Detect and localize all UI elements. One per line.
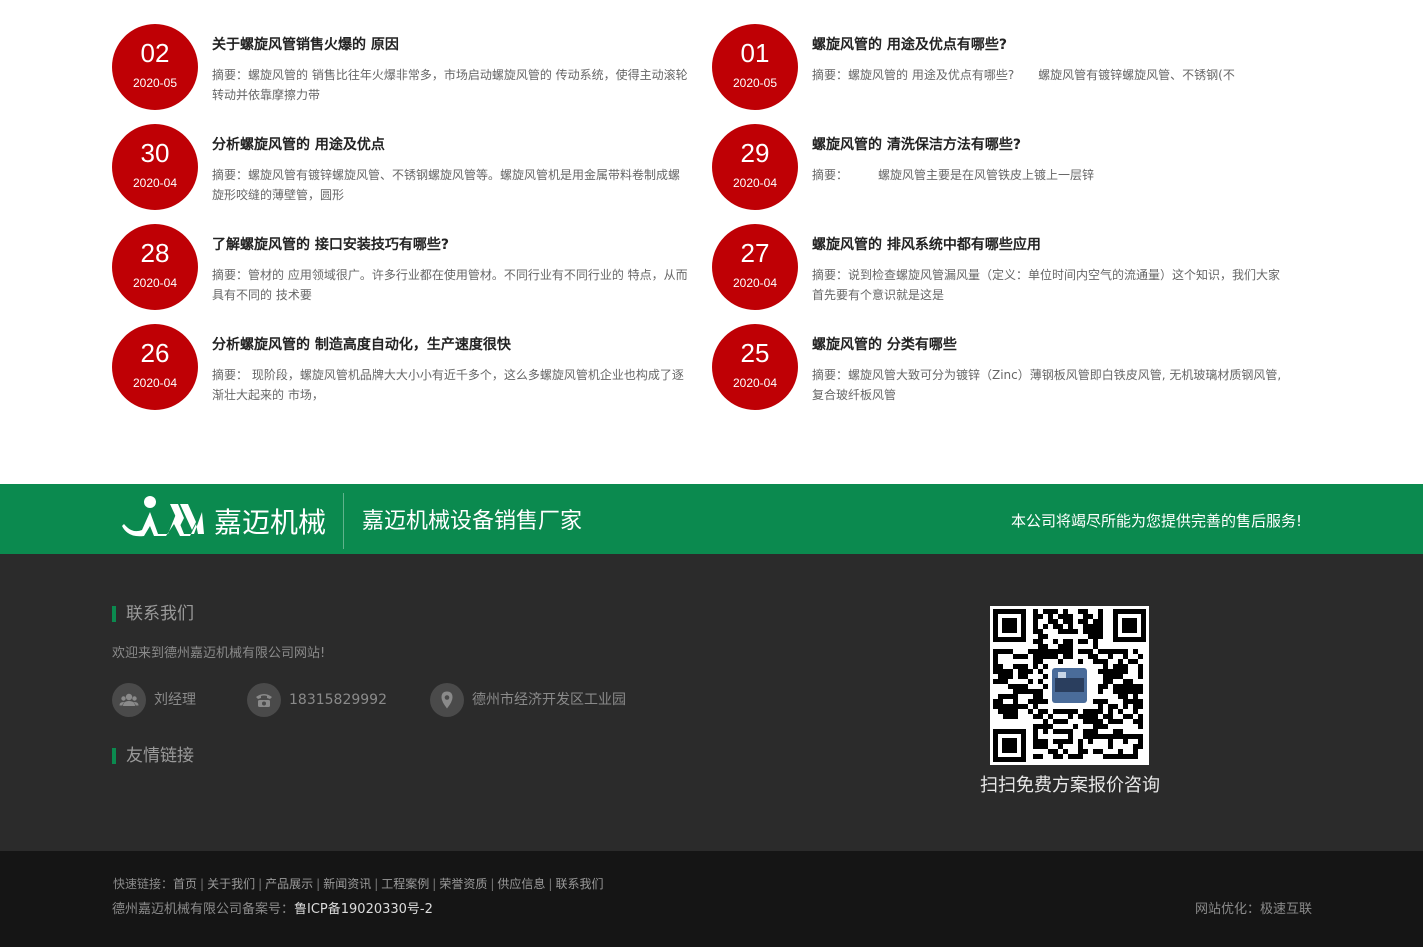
service-statement: 本公司将竭尽所能为您提供完善的售后服务! [1010,512,1302,530]
news-summary: 摘要：螺旋风管的 用途及优点有哪些? 螺旋风管有镀锌螺旋风管、不锈钢(不 [812,68,1235,82]
icp-number-link[interactable]: 鲁ICP备19020330号-2 [294,902,433,917]
phone-icon [247,683,281,717]
logo-text: 嘉迈机械 [214,506,327,539]
link-separator: | [200,877,205,891]
footer-link-products[interactable]: 产品展示 [265,877,313,891]
footer-link-honors[interactable]: 荣誉资质 [439,877,487,891]
news-item[interactable]: 27 2020-04 螺旋风管的 排风系统中都有哪些应用 摘要：说到检查螺旋风管… [712,224,1302,324]
news-item[interactable]: 30 2020-04 分析螺旋风管的 用途及优点 摘要：螺旋风管有镀锌螺旋风管、… [112,124,702,224]
date-month: 2020-04 [732,176,778,190]
date-day: 29 [740,138,770,168]
date-month: 2020-04 [132,376,178,390]
news-title-link[interactable]: 螺旋风管的 清洗保洁方法有哪些? [812,135,1302,155]
link-separator: | [490,877,495,891]
date-day: 27 [740,238,770,268]
news-title-link[interactable]: 分析螺旋风管的 用途及优点 [212,135,702,155]
date-month: 2020-04 [132,276,178,290]
date-day: 26 [140,338,170,368]
date-month: 2020-05 [732,76,778,90]
news-summary: 摘要：螺旋风管的 销售比往年火爆非常多，市场启动螺旋风管的 传动系统，使得主动滚… [212,68,688,102]
link-separator: | [374,877,379,891]
footer-link-news[interactable]: 新闻资讯 [323,877,371,891]
map-pin-icon [430,683,464,717]
footer-bar [0,851,1423,947]
news-item[interactable]: 25 2020-04 螺旋风管的 分类有哪些 摘要：螺旋风管大致可分为镀锌（Zi… [712,324,1302,424]
news-section: 02 2020-05 关于螺旋风管销售火爆的 原因 摘要：螺旋风管的 销售比往年… [0,0,1423,484]
news-summary: 摘要：螺旋风管有镀锌螺旋风管、不锈钢螺旋风管等。螺旋风管机是用金属带料卷制成螺旋… [212,168,681,202]
qr-code-image [990,606,1149,765]
news-summary: 摘要：管材的 应用领域很广。许多行业都在使用管材。不同行业有不同行业的 特点，从… [212,268,688,302]
news-title-link[interactable]: 螺旋风管的 分类有哪些 [812,335,1302,355]
date-day: 28 [140,238,170,268]
quick-links: 快速链接：首页 | 关于我们 | 产品展示 | 新闻资讯 | 工程案例 | 荣誉资质 | 供应信息 | 联系… [113,876,603,893]
date-day: 25 [740,338,770,368]
date-month: 2020-05 [132,76,178,90]
quick-links-label: 快速链接： [113,877,174,891]
welcome-text: 欢迎来到德州嘉迈机械有限公司网站! [112,646,326,661]
news-title-link[interactable]: 分析螺旋风管的 制造高度自动化，生产速度很快 [212,335,702,355]
contact-heading: 联系我们 [112,604,194,624]
news-title-link[interactable]: 了解螺旋风管的 接口安装技巧有哪些? [212,235,702,255]
date-day: 01 [740,38,770,68]
date-day: 02 [140,38,170,68]
icp-record: 德州嘉迈机械有限公司备案号：鲁ICP备19020330号-2 [112,901,433,919]
site-optimization-credit[interactable]: 网站优化：极速互联 [1195,901,1312,919]
date-badge: 27 2020-04 [712,224,798,310]
banner-slogan: 嘉迈机械设备销售厂家 [362,509,583,534]
contact-person-name: 刘经理 [154,692,196,708]
news-summary: 摘要： 现阶段，螺旋风管机品牌大大小小有近千多个，这么多螺旋风管机企业也构成了逐… [212,368,684,402]
footer-link-about[interactable]: 关于我们 [207,877,255,891]
news-item[interactable]: 26 2020-04 分析螺旋风管的 制造高度自动化，生产速度很快 摘要： 现阶… [112,324,702,424]
users-icon [112,683,146,717]
news-summary: 摘要：螺旋风管大致可分为镀锌（Zinc）薄钢板风管即白铁皮风管, 无机玻璃材质钢… [812,368,1282,402]
news-item[interactable]: 28 2020-04 了解螺旋风管的 接口安装技巧有哪些? 摘要：管材的 应用领… [112,224,702,324]
date-badge: 29 2020-04 [712,124,798,210]
news-title-link[interactable]: 螺旋风管的 用途及优点有哪些? [812,35,1302,55]
date-badge: 28 2020-04 [112,224,198,310]
contact-section [0,554,1423,851]
link-separator: | [258,877,263,891]
contact-phone-number[interactable]: 18315829992 [289,691,387,709]
date-month: 2020-04 [732,376,778,390]
company-logo-icon[interactable] [122,494,206,538]
icp-label: 德州嘉迈机械有限公司备案号： [112,902,295,917]
date-badge: 25 2020-04 [712,324,798,410]
date-month: 2020-04 [132,176,178,190]
qr-caption: 扫扫免费方案报价咨询 [980,775,1160,796]
news-item[interactable]: 01 2020-05 螺旋风管的 用途及优点有哪些? 摘要：螺旋风管的 用途及优… [712,24,1302,124]
footer-link-cases[interactable]: 工程案例 [381,877,429,891]
news-title-link[interactable]: 关于螺旋风管销售火爆的 原因 [212,35,702,55]
news-title-link[interactable]: 螺旋风管的 排风系统中都有哪些应用 [812,235,1302,255]
news-item[interactable]: 02 2020-05 关于螺旋风管销售火爆的 原因 摘要：螺旋风管的 销售比往年… [112,24,702,124]
news-item[interactable]: 29 2020-04 螺旋风管的 清洗保洁方法有哪些? 摘要： 螺旋风管主要是在… [712,124,1302,224]
date-badge: 30 2020-04 [112,124,198,210]
news-summary: 摘要：说到检查螺旋风管漏风量（定义：单位时间内空气的流通量）这个知识，我们大家首… [812,268,1281,302]
footer-link-supply[interactable]: 供应信息 [497,877,545,891]
friend-links-heading: 友情链接 [112,746,194,766]
footer-link-home[interactable]: 首页 [173,877,197,891]
contact-person: 刘经理 [112,683,212,717]
link-separator: | [432,877,437,891]
banner-divider [343,493,344,549]
date-badge: 01 2020-05 [712,24,798,110]
news-summary: 摘要： 螺旋风管主要是在风管铁皮上镀上一层锌 [812,168,1095,182]
date-month: 2020-04 [732,276,778,290]
date-badge: 26 2020-04 [112,324,198,410]
link-separator: | [316,877,321,891]
contact-phone: 18315829992 [247,683,397,717]
link-separator: | [548,877,553,891]
contact-address: 德州市经济开发区工业园 [430,683,650,717]
footer-link-contact[interactable]: 联系我们 [555,877,603,891]
date-day: 30 [140,138,170,168]
contact-address-text: 德州市经济开发区工业园 [472,692,626,708]
date-badge: 02 2020-05 [112,24,198,110]
